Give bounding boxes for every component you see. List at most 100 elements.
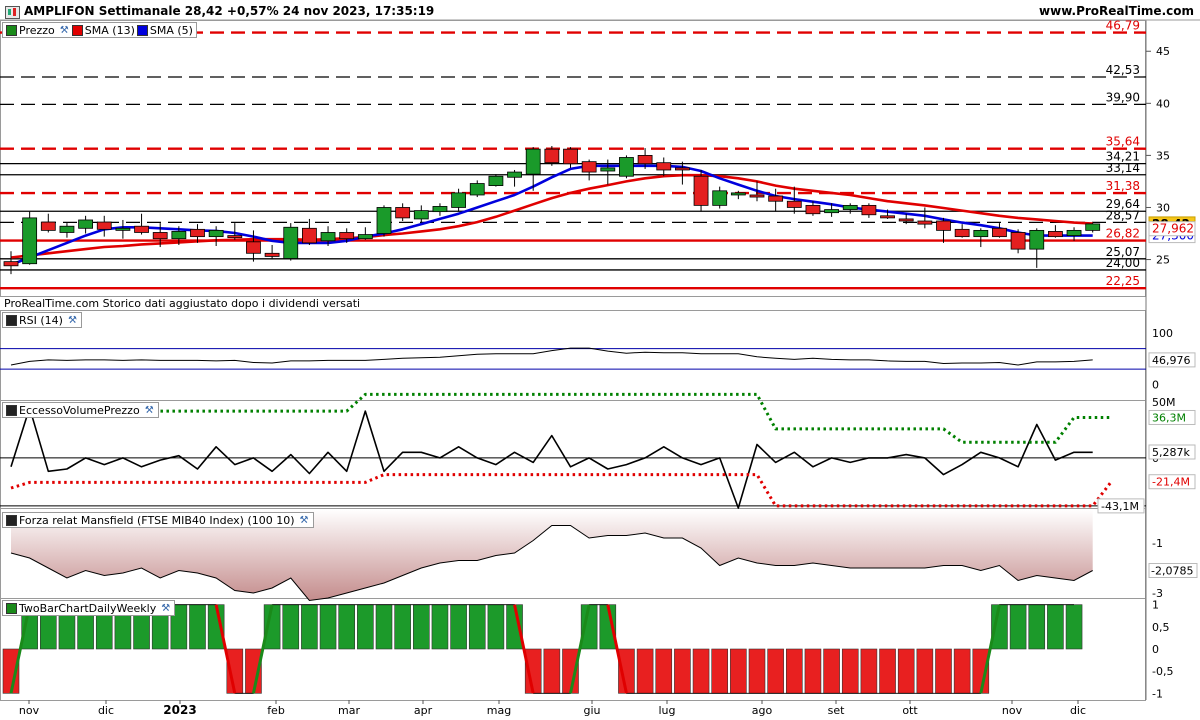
twobar-bar (879, 648, 896, 694)
twobar-swatch (6, 602, 17, 614)
x-axis-label: set (828, 704, 845, 717)
chart-canvas: 46,7942,5339,9035,6434,2133,1431,3829,64… (0, 19, 1200, 717)
rsi-panel (0, 310, 1146, 401)
price-tick-label: 35 (1156, 149, 1170, 162)
level-label-5: 33,14 (1106, 161, 1140, 175)
level-label-11: 24,00 (1106, 256, 1140, 270)
twobar-bar (636, 648, 654, 694)
rsi-line (10, 347, 1093, 366)
wrench-icon[interactable]: ⚒ (160, 603, 171, 614)
twobar-bar (897, 648, 915, 694)
candle-body (786, 200, 802, 208)
candle-body (413, 210, 429, 220)
candle-body (320, 232, 336, 242)
volume-last-label-0: 36,3M (1152, 411, 1186, 424)
twobar-bar (1065, 604, 1083, 650)
twobar-bar (487, 604, 505, 650)
candle-body (544, 148, 560, 164)
wrench-icon[interactable]: ⚒ (144, 405, 155, 416)
candle-body (749, 194, 765, 198)
x-axis-label: giu (583, 704, 600, 717)
twobar-line (10, 604, 1074, 694)
volume-legend-label: EccessoVolumePrezzo (19, 403, 140, 417)
candle-body (1048, 231, 1063, 238)
mansfield-last-label: -2,0785 (1151, 565, 1193, 578)
wrench-icon[interactable]: ⚒ (299, 515, 310, 526)
candle-body (22, 217, 38, 265)
volume-legend[interactable]: EccessoVolumePrezzo ⚒ (2, 402, 159, 418)
rsi-legend-label: RSI (14) (19, 313, 63, 327)
twobar-bar (916, 648, 934, 694)
candle-body (246, 241, 261, 254)
wrench-icon[interactable]: ⚒ (67, 315, 78, 326)
candle-body (712, 190, 728, 206)
sma5-legend-label: SMA (5) (149, 23, 193, 37)
price-legend[interactable]: Prezzo ⚒ SMA (13) SMA (5) (2, 22, 197, 38)
x-axis-label: feb (267, 704, 285, 717)
twobar-legend[interactable]: TwoBarChartDailyWeekly ⚒ (2, 600, 176, 616)
candle-body (264, 252, 280, 257)
twobar-tick-label: 1 (1152, 599, 1159, 612)
volume-last-label-1: 5,287k (1152, 446, 1190, 459)
candle-body (283, 226, 299, 259)
sma13-legend-label: SMA (13) (84, 23, 135, 37)
twobar-bar (674, 648, 691, 694)
twobar-bar (823, 648, 840, 694)
candle-body (3, 261, 19, 267)
candle-body (171, 231, 187, 240)
chart-title: AMPLIFON Settimanale 28,42 +0,57% 24 nov… (24, 4, 435, 18)
chart-icon (5, 6, 20, 19)
twobar-bar (1047, 604, 1064, 650)
candle-body (619, 157, 634, 177)
mansfield-tick-label: -1 (1152, 537, 1163, 550)
candle-body (208, 229, 224, 238)
candle-body (1085, 223, 1101, 231)
twobar-bar (692, 648, 710, 694)
twobar-tick-label: 0 (1152, 643, 1159, 656)
x-axis-label: mar (338, 704, 360, 717)
candle-body (451, 192, 467, 208)
site-url[interactable]: www.ProRealTime.com (1039, 4, 1194, 18)
candle-body (992, 227, 1007, 238)
x-axis-label: dic (98, 704, 114, 717)
x-axis-label: lug (658, 704, 675, 717)
level-label-3: 35,64 (1106, 135, 1140, 149)
rsi-swatch (6, 314, 17, 326)
candle-body (656, 162, 672, 171)
rsi-legend[interactable]: RSI (14) ⚒ (2, 312, 82, 328)
sma5-swatch (136, 24, 148, 36)
twobar-bar (189, 604, 206, 650)
mansfield-legend[interactable]: Forza relat Mansfield (FTSE MIB40 Index)… (2, 512, 314, 528)
twobar-tick-label: -0,5 (1152, 665, 1173, 678)
twobar-bar (450, 604, 467, 650)
candle-body (78, 219, 93, 229)
twobar-bar (431, 604, 449, 650)
twobar-bar (282, 604, 300, 650)
candle-body (488, 175, 504, 186)
candle-body (824, 209, 839, 214)
twobar-bar (748, 648, 766, 694)
twobar-bar (412, 604, 430, 650)
price-tick-label: 25 (1156, 254, 1170, 267)
candle-body (40, 221, 56, 231)
mansfield-legend-label: Forza relat Mansfield (FTSE MIB40 Index)… (19, 513, 295, 527)
volume-swatch (6, 404, 17, 416)
price-tick-label: 30 (1156, 201, 1170, 214)
twobar-bar (375, 604, 393, 650)
price-tick-label: 40 (1156, 97, 1170, 110)
twobar-tick-label: -1 (1152, 687, 1163, 700)
candle-body (395, 207, 411, 219)
x-axis-label: ott (902, 704, 918, 717)
candle-body (880, 215, 895, 219)
candle-body (190, 228, 205, 238)
twobar-bar (655, 648, 673, 694)
wrench-icon[interactable]: ⚒ (59, 25, 70, 36)
twobar-bar (301, 604, 318, 650)
candle-body (339, 232, 355, 240)
candle-body (730, 192, 746, 196)
candle-body (805, 204, 821, 215)
candle-body (432, 206, 448, 213)
candle-body (376, 207, 392, 234)
volume-last-label-3: -43,1M (1101, 500, 1139, 513)
twobar-tick-label: 0,5 (1152, 621, 1170, 634)
